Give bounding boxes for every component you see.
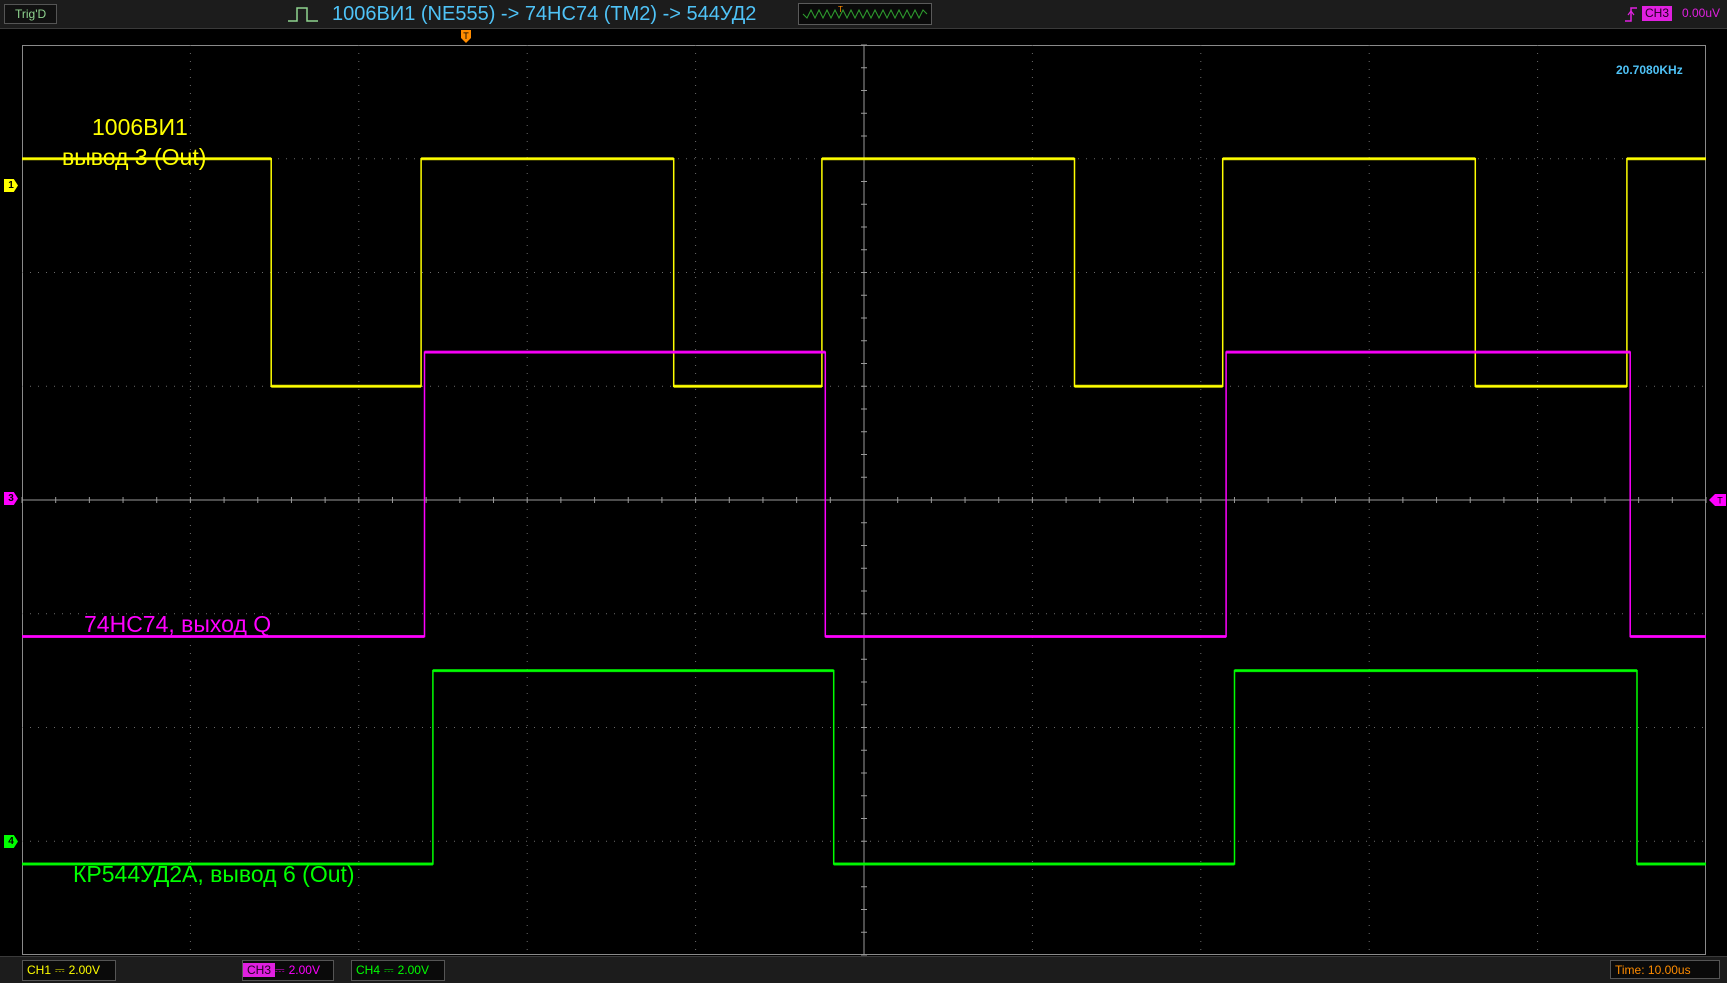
ch1-label-line2: вывод 3 (Out) xyxy=(62,144,207,170)
ch3-volts-div: 2.00V xyxy=(288,963,320,977)
dc-coupling-icon: ⎓ xyxy=(275,963,285,977)
scope-display: TT xyxy=(21,30,1726,956)
trigger-position-marker: T xyxy=(461,30,471,43)
dc-coupling-icon: ⎓ xyxy=(55,963,65,977)
ch1-scale[interactable]: CH1 ⎓ 2.00V xyxy=(22,960,116,981)
ch3-scale[interactable]: CH3 ⎓ 2.00V xyxy=(242,960,334,981)
ch4-label: КР544УД2А, вывод 6 (Out) xyxy=(73,861,355,887)
ch1-tag: CH1 xyxy=(27,963,52,977)
ch3-tag: CH3 xyxy=(243,963,276,977)
status-bar: CH1 ⎓ 2.00V CH3 ⎓ 2.00V CH4 ⎓ 2.00V Time: 10.0… xyxy=(0,956,1727,983)
ch3-label: 74HC74, выход Q xyxy=(84,611,272,637)
ch1-label-line1: 1006ВИ1 xyxy=(92,114,188,140)
ch1-volts-div: 2.00V xyxy=(68,963,100,977)
trigger-marker-label: T xyxy=(463,31,469,41)
frequency-readout: 20.7080KHz xyxy=(1616,63,1683,77)
ch4-tag: CH4 xyxy=(356,963,381,977)
ch4-scale[interactable]: CH4 ⎓ 2.00V xyxy=(351,960,445,981)
ch4-volts-div: 2.00V xyxy=(397,963,429,977)
dc-coupling-icon: ⎓ xyxy=(384,963,394,977)
timebase[interactable]: Time: 10.00us xyxy=(1610,960,1720,979)
trigger-level-marker-label: T xyxy=(1717,496,1723,506)
